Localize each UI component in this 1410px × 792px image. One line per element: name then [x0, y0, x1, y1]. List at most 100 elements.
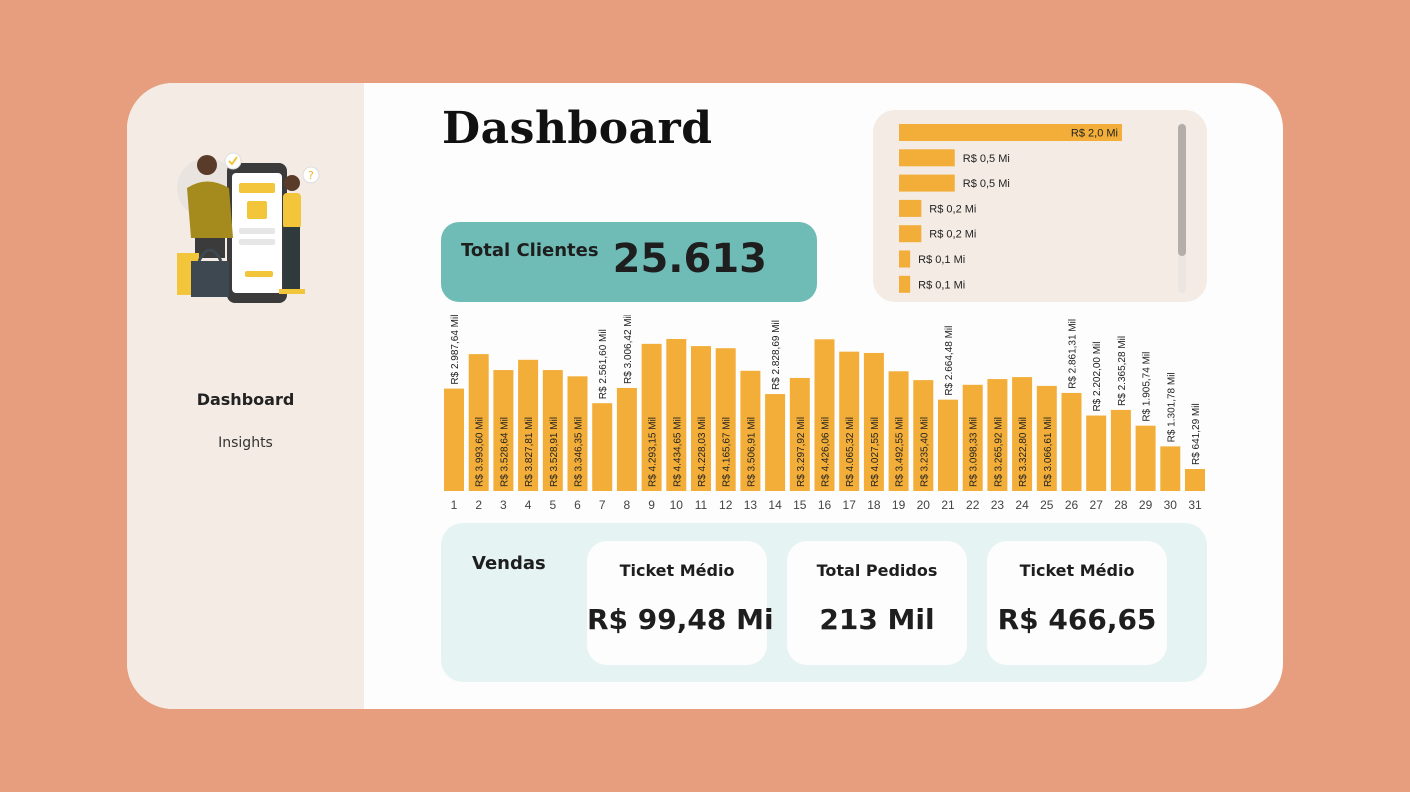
page-title: Dashboard [442, 103, 713, 154]
day-bar-label: R$ 2.664,48 Mil [944, 326, 955, 396]
sidebar: ? Dashboard Insights [127, 83, 364, 709]
x-tick-label: 24 [1015, 498, 1029, 512]
day-bar-label: R$ 3.506,91 Mil [746, 417, 757, 487]
mini-bar-label: R$ 0,5 Mi [963, 153, 1010, 165]
day-bar-label: R$ 1.301,78 Mil [1166, 372, 1177, 442]
day-bar-label: R$ 2.861,31 Mil [1068, 319, 1079, 389]
day-bar [1135, 425, 1156, 491]
day-bar-label: R$ 3.265,92 Mil [993, 417, 1004, 487]
x-tick-label: 9 [648, 498, 655, 512]
svg-text:?: ? [308, 169, 314, 182]
day-bar-label: R$ 3.993,60 Mil [475, 417, 486, 487]
day-bar [765, 394, 786, 491]
x-tick-label: 4 [525, 498, 532, 512]
metric-label: Ticket Médio [1019, 561, 1135, 580]
day-bar-label: R$ 4.293,15 Mil [648, 417, 659, 487]
day-bar-label: R$ 2.828,69 Mil [771, 320, 782, 390]
daily-sales-chart: R$ 2.987,64 Mil 1 R$ 3.993,60 Mil 2 R$ 3.528… [444, 315, 1205, 512]
mini-bar-label: R$ 0,1 Mi [918, 254, 965, 266]
metric-card: Ticket Médio R$ 466,65 [987, 541, 1167, 665]
x-tick-label: 8 [624, 498, 631, 512]
x-tick-label: 27 [1090, 498, 1104, 512]
x-tick-label: 6 [574, 498, 581, 512]
day-bar [938, 399, 958, 491]
metric-value: R$ 466,65 [997, 603, 1157, 636]
x-tick-label: 2 [475, 498, 482, 512]
total-clientes-card: Total Clientes 25.613 [441, 222, 817, 302]
day-bar-label: R$ 3.827,81 Mil [524, 417, 535, 487]
mini-bar-label: R$ 0,2 Mi [929, 203, 976, 215]
x-tick-label: 16 [818, 498, 832, 512]
day-bar [592, 403, 613, 491]
mini-bar-chart-svg: R$ 2,0 Mi R$ 0,5 Mi R$ 0,5 Mi R$ 0,2 Mi R$ 0… [899, 124, 1122, 293]
x-tick-label: 7 [599, 498, 606, 512]
metric-value: 213 Mil [819, 603, 935, 636]
x-tick-label: 29 [1139, 498, 1153, 512]
day-bar-label: R$ 3.492,55 Mil [895, 417, 906, 487]
day-bar-label: R$ 3.006,42 Mil [623, 315, 634, 384]
x-tick-label: 11 [695, 498, 708, 512]
mini-bar [899, 275, 911, 293]
x-tick-label: 18 [867, 498, 881, 512]
x-tick-label: 25 [1040, 498, 1054, 512]
day-bar-label: R$ 2.987,64 Mil [450, 315, 461, 385]
nav-insights[interactable]: Insights [127, 435, 364, 451]
total-clientes-value: 25.613 [612, 236, 767, 282]
x-tick-label: 1 [451, 498, 458, 512]
day-bar-label: R$ 4.434,65 Mil [672, 417, 683, 487]
vendas-panel: Vendas Ticket Médio R$ 99,48 Mi Total Pe… [441, 523, 1207, 682]
day-bar-label: R$ 4.426,06 Mil [821, 417, 832, 487]
x-tick-label: 3 [500, 498, 507, 512]
x-tick-label: 17 [843, 498, 857, 512]
day-bar [1185, 469, 1205, 491]
x-tick-label: 23 [991, 498, 1005, 512]
day-bar-label: R$ 1.905,74 Mil [1142, 352, 1153, 422]
day-bar-label: R$ 4.065,32 Mil [845, 417, 856, 487]
mini-bar [899, 250, 911, 268]
metric-value: R$ 99,48 Mi [587, 603, 774, 636]
day-bar-label: R$ 3.235,40 Mil [919, 417, 930, 487]
day-bar-label: R$ 4.027,55 Mil [870, 417, 881, 487]
day-bar-label: R$ 3.297,92 Mil [796, 417, 807, 487]
mini-bar [899, 149, 955, 167]
x-tick-label: 26 [1065, 498, 1079, 512]
day-bar [1110, 409, 1131, 491]
day-bar-label: R$ 3.322,80 Mil [1018, 417, 1029, 487]
day-bar [444, 388, 464, 491]
day-bar-label: R$ 4.165,67 Mil [722, 417, 733, 487]
x-tick-label: 5 [549, 498, 556, 512]
day-bar [616, 387, 637, 491]
nav-dashboard[interactable]: Dashboard [127, 390, 364, 409]
mini-bar-label: R$ 0,2 Mi [929, 229, 976, 241]
total-clientes-label: Total Clientes [461, 240, 599, 261]
x-tick-label: 28 [1114, 498, 1128, 512]
mini-bar-label: R$ 0,1 Mi [918, 279, 965, 291]
x-tick-label: 22 [966, 498, 980, 512]
shopping-illustration: ? [177, 152, 320, 303]
x-tick-label: 13 [744, 498, 758, 512]
metric-card: Ticket Médio R$ 99,48 Mi [587, 541, 774, 665]
x-tick-label: 19 [892, 498, 906, 512]
day-bar-label: R$ 3.346,35 Mil [574, 417, 585, 487]
day-bar-label: R$ 641,29 Mil [1191, 403, 1202, 465]
dashboard-card: ? Dashboard Insights Dashboard Total Cli… [127, 83, 1283, 709]
x-tick-label: 10 [670, 498, 684, 512]
day-bar [1086, 415, 1107, 491]
day-bar-label: R$ 4.228,03 Mil [697, 417, 708, 487]
metric-label: Total Pedidos [816, 561, 938, 580]
x-tick-label: 12 [719, 498, 733, 512]
mini-bar [899, 199, 922, 217]
vendas-label: Vendas [472, 553, 546, 574]
day-bar-label: R$ 2.365,28 Mil [1117, 336, 1128, 406]
metric-card: Total Pedidos 213 Mil [787, 541, 967, 665]
x-tick-label: 31 [1188, 498, 1202, 512]
day-bar-label: R$ 3.528,64 Mil [499, 417, 510, 487]
mini-bar-label: R$ 0,5 Mi [963, 178, 1010, 190]
x-tick-label: 14 [768, 498, 782, 512]
mini-bar [899, 174, 955, 192]
mini-bar-label: R$ 2,0 Mi [1071, 128, 1118, 140]
day-bar [1061, 392, 1082, 491]
x-tick-label: 20 [917, 498, 931, 512]
day-bar [1160, 446, 1181, 491]
mini-chart-scrollbar[interactable] [1178, 124, 1186, 256]
